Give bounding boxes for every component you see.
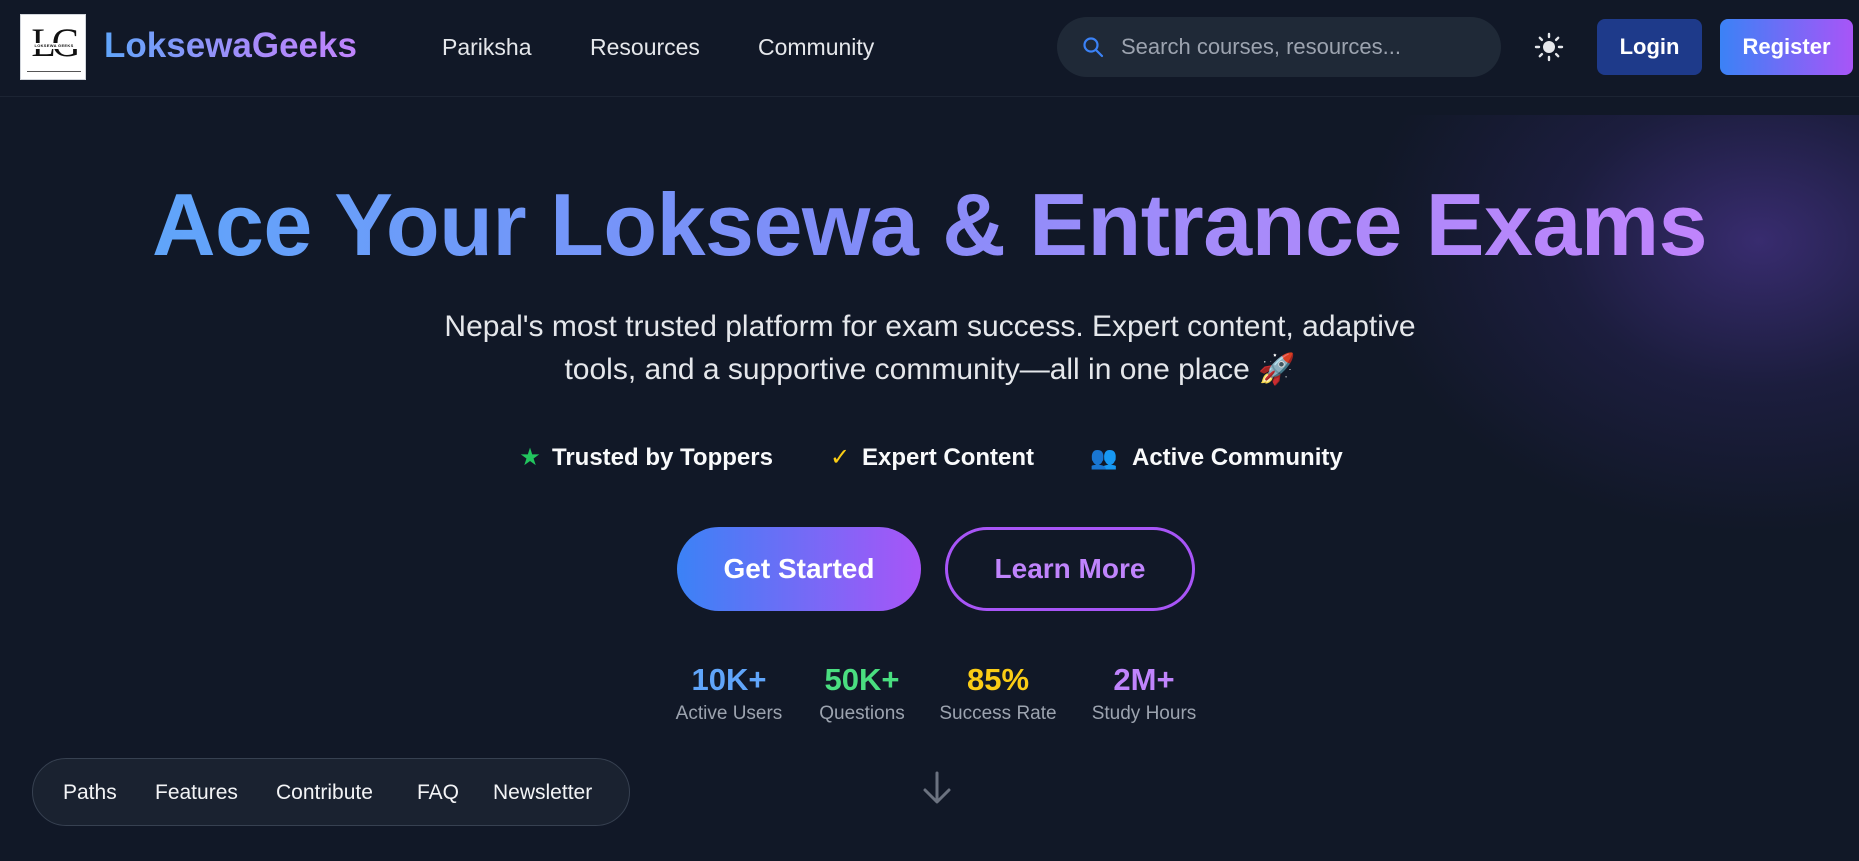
star-icon: ★ <box>519 444 541 471</box>
logo-divider <box>27 71 81 72</box>
site-header: LG LOKSEWA GEEKS LoksewaGeeks Pariksha R… <box>0 0 1859 97</box>
section-nav-newsletter[interactable]: Newsletter <box>493 779 592 807</box>
logo[interactable]: LG LOKSEWA GEEKS <box>20 14 86 80</box>
logo-tagline: LOKSEWA GEEKS <box>27 43 81 49</box>
hero-title: Ace Your Loksewa & Entrance Exams <box>151 175 1708 274</box>
feature-community: 👥 Active Community <box>1090 440 1342 476</box>
arrow-down-icon[interactable] <box>920 770 954 806</box>
section-nav-paths[interactable]: Paths <box>63 779 117 807</box>
hero-subtitle: Nepal's most trusted platform for exam s… <box>444 310 1416 386</box>
stat-active-users: 10K+ Active Users <box>670 660 788 727</box>
login-button[interactable]: Login <box>1597 19 1702 75</box>
nav-pariksha[interactable]: Pariksha <box>442 32 531 62</box>
stat-study-hours: 2M+ Study Hours <box>1086 660 1202 727</box>
nav-resources[interactable]: Resources <box>590 32 700 62</box>
search-input[interactable] <box>1121 17 1481 77</box>
stat-value: 2M+ <box>1113 662 1175 697</box>
section-nav: Paths Features Contribute FAQ Newsletter <box>32 758 630 826</box>
nav-community[interactable]: Community <box>758 32 874 62</box>
stat-questions: 50K+ Questions <box>812 660 912 727</box>
section-nav-faq[interactable]: FAQ <box>417 779 459 807</box>
search-bar[interactable] <box>1057 17 1501 77</box>
learn-more-button[interactable]: Learn More <box>945 527 1195 611</box>
stat-label: Study Hours <box>1091 703 1197 724</box>
stat-label: Success Rate <box>939 703 1057 724</box>
sun-icon[interactable] <box>1533 31 1565 63</box>
get-started-button[interactable]: Get Started <box>677 527 921 611</box>
search-icon <box>1083 37 1104 58</box>
check-icon: ✓ <box>829 444 851 471</box>
stat-value: 10K+ <box>691 662 767 697</box>
stat-label: Active Users <box>675 703 783 724</box>
stat-value: 85% <box>966 662 1030 697</box>
section-nav-features[interactable]: Features <box>155 779 238 807</box>
stat-label: Questions <box>819 703 905 724</box>
stat-value: 50K+ <box>824 662 900 697</box>
feature-expert: ✓ Expert Content <box>826 440 1034 476</box>
stat-success-rate: 85% Success Rate <box>936 660 1060 727</box>
section-nav-contribute[interactable]: Contribute <box>276 779 373 807</box>
register-button[interactable]: Register <box>1720 19 1853 75</box>
feature-trusted: ★ Trusted by Toppers <box>516 440 773 476</box>
brand-name[interactable]: LoksewaGeeks <box>104 24 357 68</box>
people-icon: 👥 <box>1090 445 1118 470</box>
